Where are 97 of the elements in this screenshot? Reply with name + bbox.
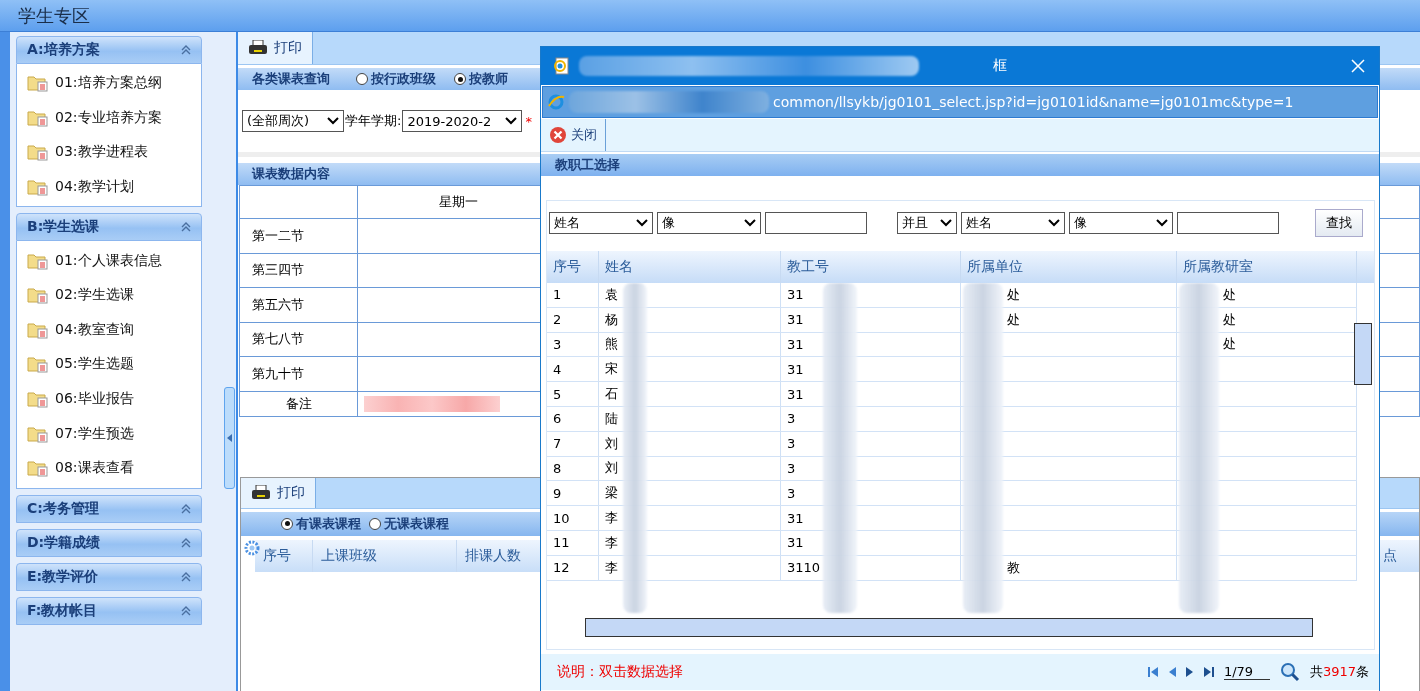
filter-dropdown[interactable]: 像 — [1069, 212, 1173, 234]
close-button[interactable]: 关闭 — [541, 119, 606, 151]
table-cell: 31 — [787, 337, 804, 352]
term-label: 学年学期: — [345, 112, 402, 130]
accordion-header[interactable]: E:教学评价 — [16, 562, 202, 591]
radio-label[interactable]: 按教师 — [469, 70, 508, 88]
total-count: 3917 — [1322, 664, 1356, 679]
table-cell: 李 — [605, 558, 618, 577]
page-field[interactable]: 1/79 — [1223, 664, 1270, 680]
column-header[interactable]: 点 — [1383, 546, 1397, 565]
table-cell: 11 — [553, 535, 570, 551]
menu-item[interactable]: 08:课表查看 — [55, 459, 134, 478]
table-cell: 2 — [553, 312, 562, 328]
app-title: 学生专区 — [18, 3, 90, 28]
table-cell: 石 — [605, 385, 618, 404]
accordion-header[interactable]: C:考务管理 — [16, 494, 202, 523]
column-header[interactable]: 序号 — [547, 251, 599, 283]
section-title: 课表数据内容 — [252, 165, 330, 183]
menu-item[interactable]: 01:个人课表信息 — [55, 251, 162, 270]
row-header: 备注 — [240, 391, 358, 416]
table-cell: 处 — [1007, 310, 1020, 329]
table-cell: 李 — [605, 533, 618, 552]
table-cell: 31 — [787, 312, 804, 328]
table-cell: 31 — [787, 361, 804, 377]
row-header: 第七八节 — [240, 322, 358, 356]
table-cell: 陆 — [605, 409, 618, 428]
table-cell: 袁 — [605, 285, 618, 304]
table-cell: 31 — [787, 386, 804, 402]
table-cell: 处 — [1223, 285, 1236, 304]
section-title: 各类课表查询 — [252, 70, 330, 88]
filter-dropdown[interactable]: 姓名 — [549, 212, 653, 234]
section-title: 教职工选择 — [555, 156, 620, 174]
menu-item[interactable]: 02:学生选课 — [55, 286, 134, 305]
table-cell: 31 — [787, 510, 804, 526]
menu-item[interactable]: 04:教室查询 — [55, 320, 134, 339]
table-cell: 杨 — [605, 310, 618, 329]
table-cell: 梁 — [605, 484, 618, 503]
table-cell: 3 — [553, 337, 562, 352]
menu-item[interactable]: 03:教学进程表 — [55, 143, 148, 162]
table-cell: 刘 — [605, 459, 618, 478]
menu-item[interactable]: 06:毕业报告 — [55, 390, 134, 409]
table-cell: 3 — [787, 436, 796, 452]
print-button[interactable]: 打印 — [241, 477, 316, 508]
table-cell: 3110 — [787, 560, 821, 576]
table-cell: 5 — [553, 386, 562, 402]
table-cell: 3 — [787, 485, 796, 501]
accordion-header[interactable]: D:学籍成绩 — [16, 528, 202, 557]
hint-text: 说明：双击数据选择 — [557, 663, 683, 681]
filter-dropdown[interactable]: 姓名 — [961, 212, 1065, 234]
table-cell: 处 — [1223, 310, 1236, 329]
table-cell: 3 — [787, 411, 796, 427]
term-dropdown[interactable]: 2019-2020-2 — [402, 110, 523, 132]
row-header: 第五六节 — [240, 288, 358, 322]
table-cell: 3 — [787, 460, 796, 476]
total-unit: 条 — [1356, 664, 1369, 679]
table-cell: 李 — [605, 509, 618, 528]
table-cell: 12 — [553, 560, 570, 576]
table-cell: 刘 — [605, 434, 618, 453]
radio-label[interactable]: 有课表课程 — [296, 514, 361, 533]
table-cell: 教 — [1007, 558, 1020, 577]
filter-dropdown[interactable]: 并且 — [897, 212, 957, 234]
table-cell: 10 — [553, 510, 570, 526]
address-text: common/llsykb/jg0101_select.jsp?id=jg0101id&name=jg0101mc&type=1 — [773, 94, 1294, 110]
table-cell: 31 — [787, 535, 804, 551]
accordion-header[interactable]: F:教材帐目 — [16, 596, 202, 625]
table-cell: 8 — [553, 460, 562, 476]
accordion-header[interactable]: A:培养方案 — [16, 36, 202, 64]
menu-item[interactable]: 02:专业培养方案 — [55, 108, 162, 127]
total-label: 共 — [1309, 664, 1323, 679]
menu-item[interactable]: 05:学生选题 — [55, 355, 134, 374]
table-cell: 处 — [1223, 335, 1236, 354]
table-cell: 31 — [787, 287, 804, 303]
table-cell: 1 — [553, 287, 562, 303]
radio-label[interactable]: 无课表课程 — [384, 514, 449, 533]
print-button[interactable]: 打印 — [238, 32, 313, 64]
search-button[interactable]: 查找 — [1315, 209, 1363, 237]
menu-item[interactable]: 01:培养方案总纲 — [55, 74, 162, 93]
radio-label[interactable]: 按行政班级 — [371, 70, 436, 88]
menu-item[interactable]: 07:学生预选 — [55, 424, 134, 443]
menu-item[interactable]: 04:教学计划 — [55, 178, 134, 197]
column-header[interactable]: 上课班级 — [313, 539, 457, 572]
required-mark: * — [525, 113, 532, 129]
row-header: 第一二节 — [240, 219, 358, 253]
row-header: 第三四节 — [240, 253, 358, 287]
dialog-title: 框 — [993, 57, 1007, 75]
filter-dropdown[interactable]: 像 — [657, 212, 761, 234]
table-cell: 处 — [1007, 285, 1020, 304]
table-cell: 熊 — [605, 335, 618, 354]
table-cell: 7 — [553, 436, 562, 452]
table-cell: 4 — [553, 361, 562, 377]
row-header: 第九十节 — [240, 357, 358, 391]
column-header[interactable]: 序号 — [255, 539, 313, 572]
table-cell: 6 — [553, 411, 562, 427]
table-cell: 宋 — [605, 360, 618, 379]
table-cell: 9 — [553, 485, 562, 501]
week-dropdown[interactable]: (全部周次) — [242, 110, 344, 132]
accordion-header[interactable]: B:学生选课 — [16, 213, 202, 242]
